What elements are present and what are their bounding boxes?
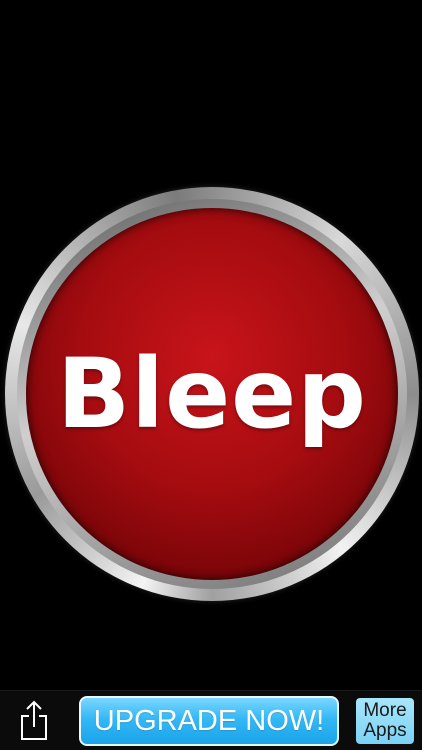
more-apps-label-line1: More: [363, 700, 407, 721]
bleep-button[interactable]: Bleep: [5, 187, 419, 601]
more-apps-label-line2: Apps: [363, 720, 407, 741]
share-button[interactable]: [14, 699, 54, 743]
bottom-bar: UPGRADE NOW! More Apps: [0, 690, 422, 750]
more-apps-button[interactable]: More Apps: [356, 698, 414, 744]
bleep-button-face: [26, 208, 398, 580]
share-icon: [21, 700, 47, 740]
upgrade-now-button[interactable]: UPGRADE NOW!: [79, 696, 339, 746]
app-screen: Bleep UPGRADE NOW! More Apps: [0, 0, 422, 750]
